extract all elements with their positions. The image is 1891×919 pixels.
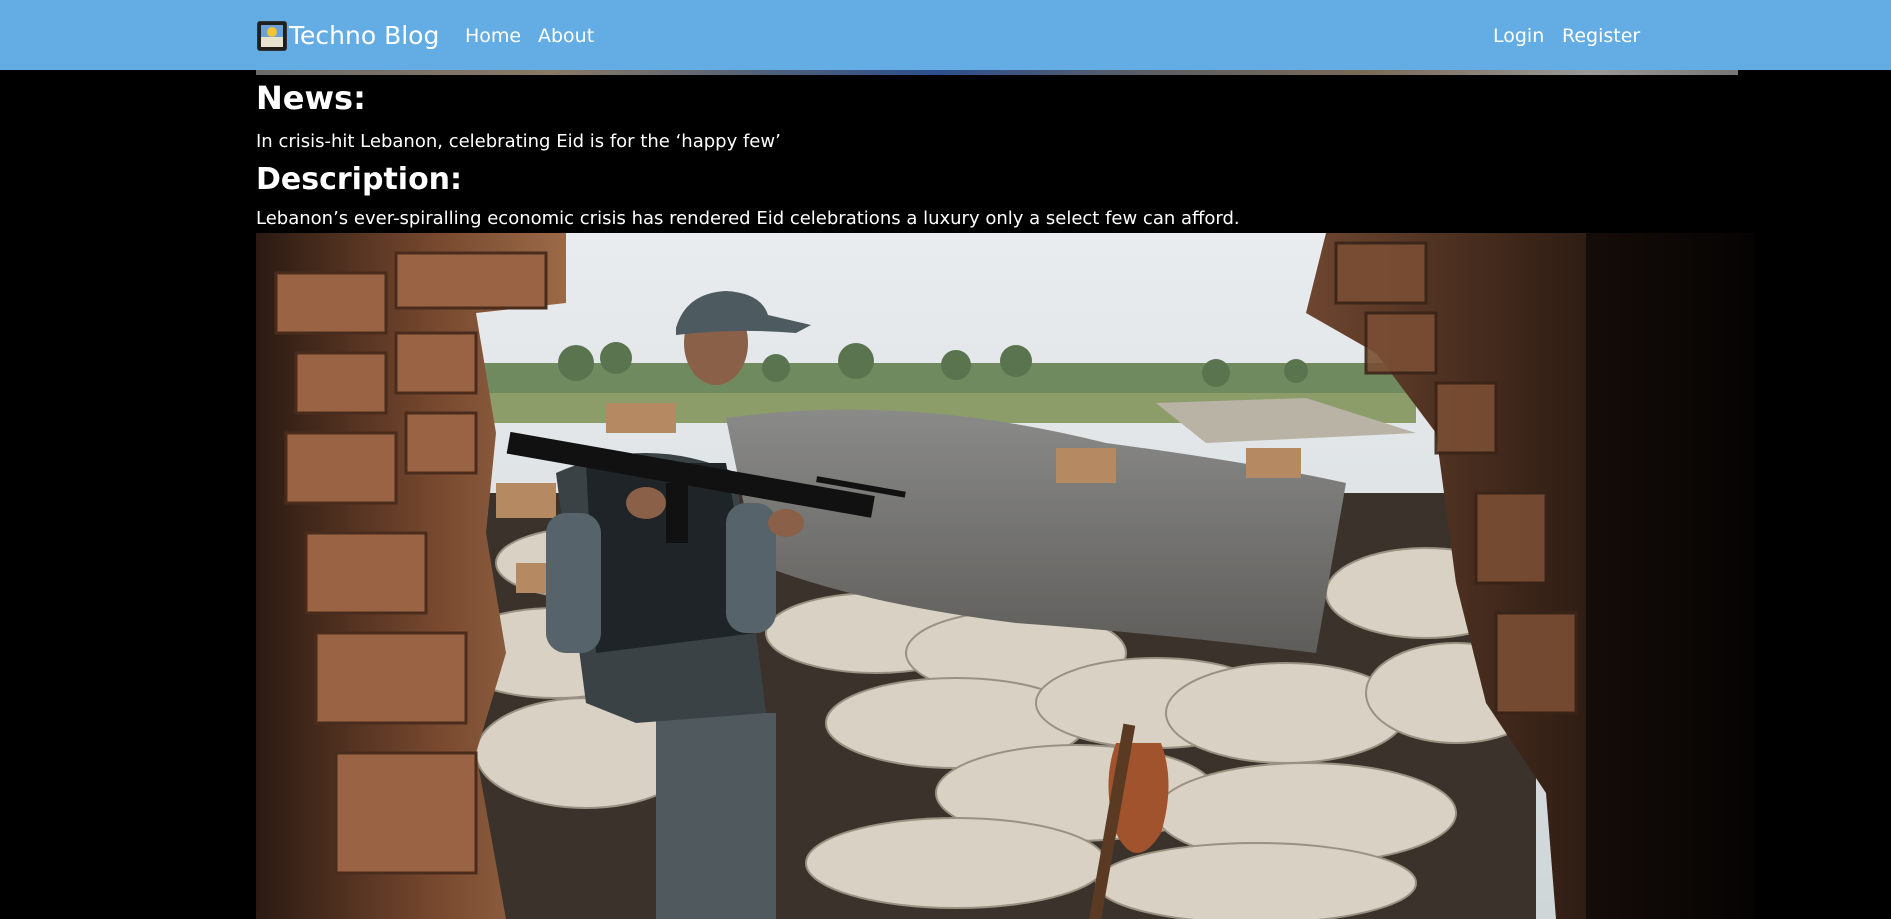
news-title: In crisis-hit Lebanon, celebrating Eid i…: [256, 131, 781, 152]
news-heading: News:: [256, 79, 366, 117]
nav-link-login[interactable]: Login: [1493, 23, 1544, 49]
brand-link[interactable]: Techno Blog: [257, 20, 439, 52]
article-image: [256, 233, 1755, 919]
brand-label: Techno Blog: [289, 21, 440, 50]
description-text: Lebanon’s ever-spiralling economic crisi…: [256, 208, 1240, 229]
brand-logo-icon: [257, 21, 287, 51]
nav-link-register[interactable]: Register: [1562, 23, 1640, 49]
nav-link-about[interactable]: About: [538, 23, 594, 49]
background-image-strip: [256, 70, 1738, 75]
top-navbar: Techno Blog Home About Login Register: [0, 0, 1891, 70]
article-photo-illustration: [256, 233, 1755, 919]
nav-link-home[interactable]: Home: [465, 23, 521, 49]
description-heading: Description:: [256, 162, 463, 197]
